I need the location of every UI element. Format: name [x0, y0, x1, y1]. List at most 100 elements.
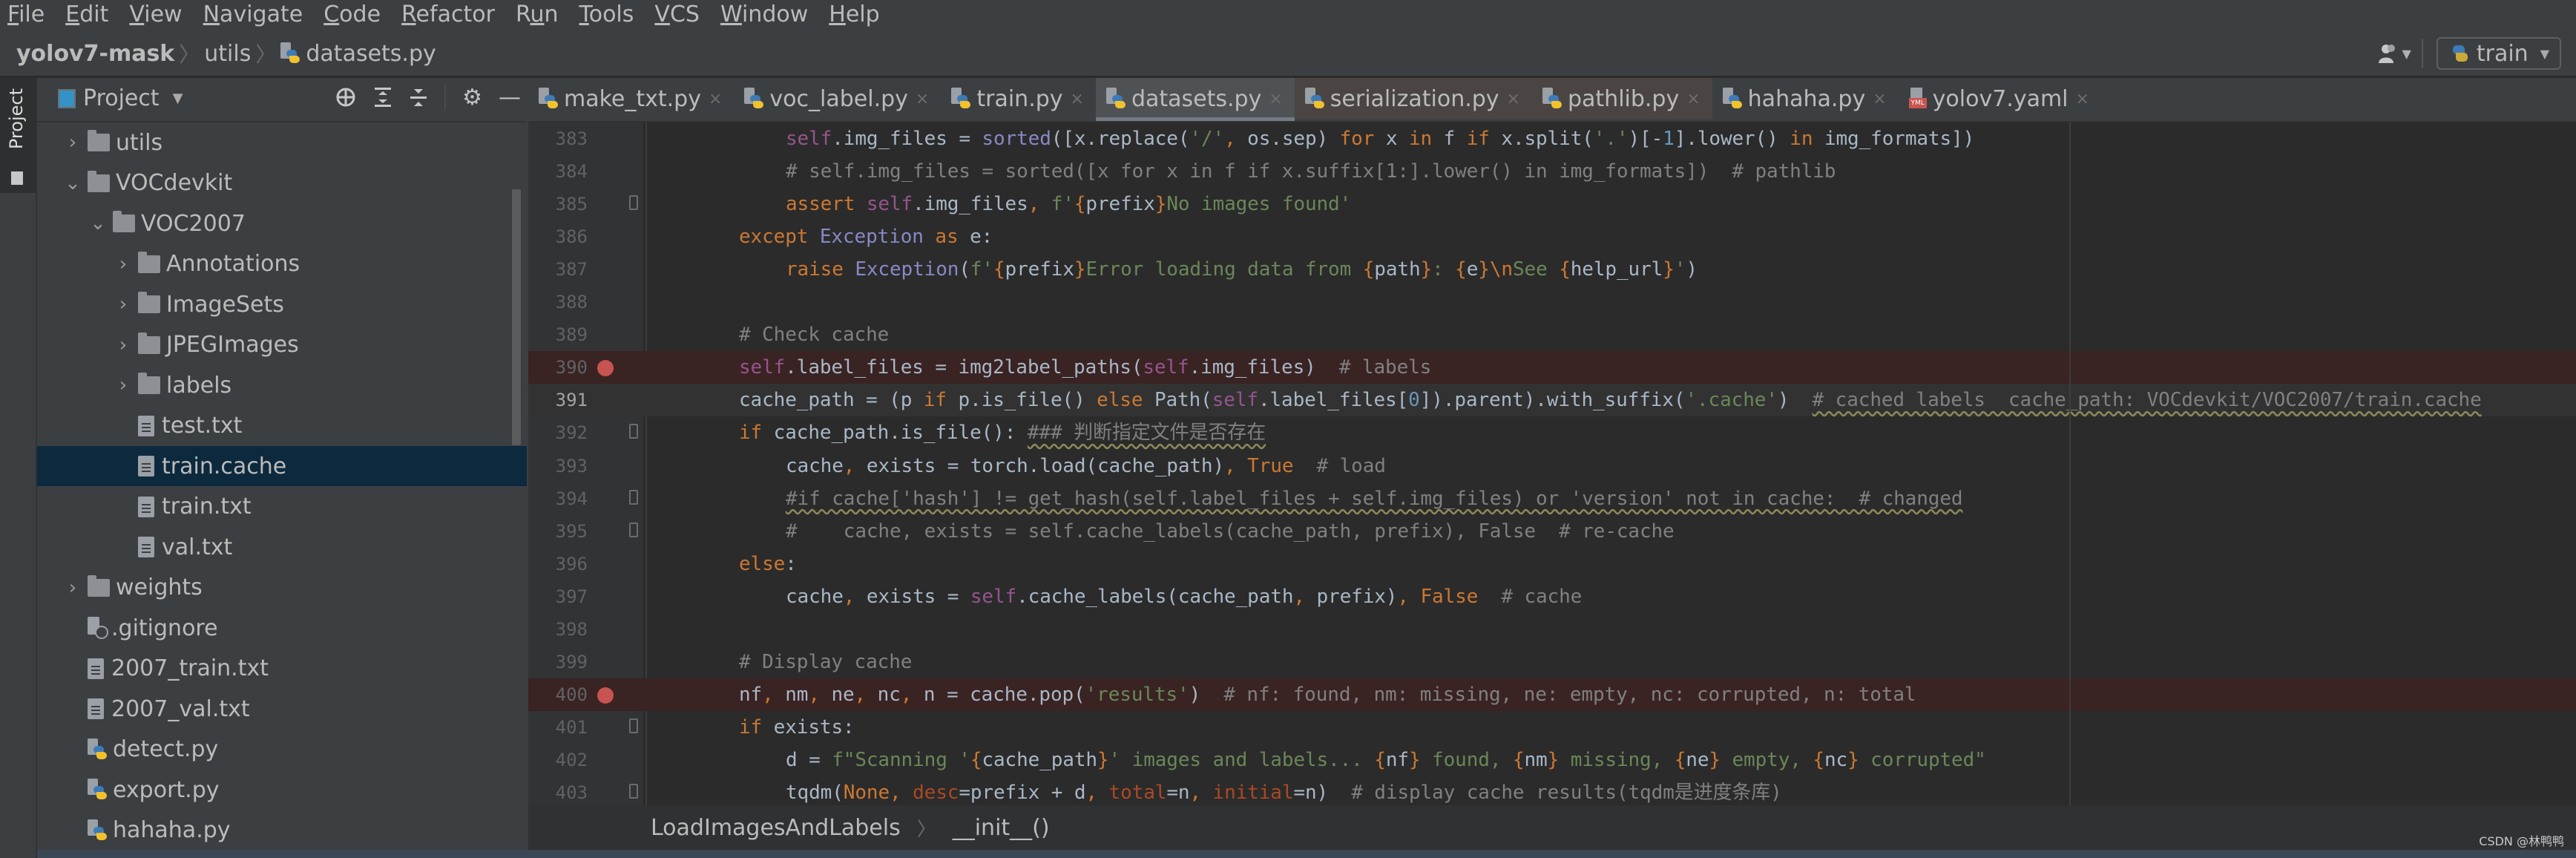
fold-marker-icon[interactable] — [629, 718, 638, 733]
menu-file[interactable]: File — [7, 0, 45, 30]
menu-view[interactable]: View — [129, 0, 182, 30]
tab-make-txt-py[interactable]: make_txt.py × — [528, 78, 734, 119]
tab-datasets-py[interactable]: datasets.py × — [1095, 78, 1295, 121]
tree-item[interactable]: val.txt — [37, 527, 527, 567]
vcs-users-button[interactable]: ▼ — [2377, 42, 2411, 65]
tree-item[interactable]: › utils — [37, 122, 527, 163]
code-line[interactable]: 393 cache, exists = torch.load(cache_path… — [528, 450, 2576, 482]
breadcrumb-file[interactable]: datasets.py — [306, 41, 436, 67]
tree-item[interactable]: export.py — [37, 770, 527, 810]
tree-item[interactable]: train.cache — [37, 446, 527, 486]
tree-item[interactable]: 2007_val.txt — [37, 689, 527, 729]
gear-icon[interactable]: ⚙ — [462, 85, 482, 111]
tree-item[interactable]: hahaha.py — [37, 810, 527, 851]
code-line[interactable]: 394 #if cache['hash'] != get_hash(self.la… — [528, 482, 2576, 515]
code-line[interactable]: 389 # Check cache — [528, 318, 2576, 351]
tree-item[interactable]: › Annotations — [37, 244, 527, 284]
breadcrumb-class[interactable]: LoadImagesAndLabels — [651, 815, 901, 841]
close-icon[interactable]: × — [1071, 90, 1084, 108]
chevron-right-icon[interactable]: › — [113, 374, 134, 396]
project-view-selector[interactable]: Project ▼ — [58, 85, 183, 111]
close-icon[interactable]: × — [1873, 90, 1886, 108]
code-line[interactable]: 395 # cache, exists = self.cache_labels(c… — [528, 515, 2576, 548]
tab-pathlib-py[interactable]: pathlib.py × — [1531, 78, 1712, 119]
menu-run[interactable]: Run — [516, 0, 559, 30]
code-line[interactable]: 384 # self.img_files = sorted([x for x in… — [528, 155, 2576, 188]
close-icon[interactable]: × — [916, 90, 929, 108]
menu-edit[interactable]: Edit — [65, 0, 108, 30]
minimize-icon[interactable]: — — [499, 85, 521, 111]
menu-help[interactable]: Help — [829, 0, 879, 30]
fold-marker-icon[interactable] — [629, 489, 638, 505]
code-line[interactable]: 388 — [528, 286, 2576, 318]
close-icon[interactable]: × — [709, 90, 722, 108]
project-tool-window-tab[interactable]: Project — [0, 78, 36, 193]
tree-scrollbar[interactable] — [512, 189, 521, 445]
close-icon[interactable]: × — [1269, 90, 1282, 108]
fold-marker-icon[interactable] — [629, 784, 638, 799]
code-line[interactable]: 402 d = f"Scanning '{cache_path}' images … — [528, 744, 2576, 776]
run-configuration-selector[interactable]: train ▼ — [2436, 37, 2561, 70]
tab-label: voc_label.py — [769, 85, 908, 112]
fold-marker-icon[interactable] — [629, 522, 638, 537]
chevron-right-icon[interactable]: › — [62, 131, 83, 154]
menu-code[interactable]: Code — [323, 0, 381, 30]
close-icon[interactable]: × — [2076, 90, 2089, 108]
breadcrumb-folder[interactable]: utils — [204, 41, 251, 67]
breadcrumb-project[interactable]: yolov7-mask — [16, 41, 174, 67]
code-line[interactable]: 398 — [528, 613, 2576, 646]
menu-tools[interactable]: Tools — [579, 0, 634, 30]
code-line[interactable]: 396 else: — [528, 548, 2576, 580]
tab-yolov7-yaml[interactable]: YML yolov7.yaml × — [1899, 78, 2101, 119]
fold-marker-icon[interactable] — [629, 424, 638, 439]
expand-all-icon[interactable] — [373, 86, 392, 108]
code-line[interactable]: 385 assert self.img_files, f'{prefix}No i… — [528, 188, 2576, 220]
tree-item[interactable]: 2007_train.txt — [37, 649, 527, 689]
breakpoint-icon[interactable] — [597, 687, 614, 704]
tree-item[interactable]: ⌄ VOC2007 — [37, 203, 527, 243]
code-line[interactable]: 383 self.img_files = sorted([x.replace('/… — [528, 122, 2576, 155]
tree-item[interactable]: detect.py — [37, 730, 527, 770]
close-icon[interactable]: × — [1507, 90, 1520, 108]
menu-refactor[interactable]: Refactor — [401, 0, 495, 30]
tree-item[interactable]: › JPEGImages — [37, 325, 527, 365]
tab-serialization-py[interactable]: serialization.py × — [1294, 78, 1532, 119]
menu-window[interactable]: Window — [720, 0, 808, 30]
tree-item[interactable]: › ImageSets — [37, 284, 527, 324]
chevron-down-icon[interactable]: ⌄ — [88, 212, 108, 235]
code-line[interactable]: 401 if exists: — [528, 711, 2576, 744]
code-line[interactable]: 390 self.label_files = img2label_paths(se… — [528, 351, 2576, 384]
tab-voc-label-py[interactable]: voc_label.py × — [734, 78, 941, 119]
tree-item[interactable]: test.txt — [37, 406, 527, 446]
chevron-right-icon[interactable]: › — [62, 577, 83, 599]
close-icon[interactable]: × — [1686, 90, 1700, 108]
code-line[interactable]: 386 except Exception as e: — [528, 220, 2576, 253]
tree-item[interactable]: .gitignore — [37, 608, 527, 648]
chevron-right-icon[interactable]: › — [113, 334, 134, 356]
tab-train-py[interactable]: train.py × — [941, 78, 1096, 119]
fold-marker-icon[interactable] — [629, 195, 638, 211]
code-line[interactable]: 403 tqdm(None, desc=prefix + d, total=n, … — [528, 776, 2576, 805]
chevron-down-icon[interactable]: ⌄ — [62, 172, 83, 194]
code-editor[interactable]: 383 self.img_files = sorted([x.replace('/… — [528, 122, 2576, 805]
menu-vcs[interactable]: VCS — [654, 0, 700, 30]
tree-item[interactable]: train.txt — [37, 487, 527, 527]
code-line[interactable]: 391 cache_path = (p if p.is_file() else P… — [528, 384, 2576, 417]
folder-icon — [113, 211, 135, 232]
locate-icon[interactable] — [335, 86, 357, 108]
tree-item[interactable]: › weights — [37, 568, 527, 608]
code-line[interactable]: 392 if cache_path.is_file(): ### 判断指定文件是否… — [528, 416, 2576, 449]
chevron-right-icon[interactable]: › — [113, 253, 134, 275]
code-line[interactable]: 400 nf, nm, ne, nc, n = cache.pop('result… — [528, 678, 2576, 711]
tree-item[interactable]: › labels — [37, 365, 527, 405]
code-line[interactable]: 397 cache, exists = self.cache_labels(cac… — [528, 580, 2576, 613]
breakpoint-icon[interactable] — [597, 360, 614, 377]
tree-item[interactable]: ⌄ VOCdevkit — [37, 163, 527, 203]
breadcrumb-method[interactable]: __init__() — [953, 815, 1050, 841]
collapse-all-icon[interactable] — [409, 86, 428, 108]
menu-navigate[interactable]: Navigate — [203, 0, 303, 30]
code-line[interactable]: 387 raise Exception(f'{prefix}Error loadi… — [528, 253, 2576, 286]
chevron-right-icon[interactable]: › — [113, 293, 134, 315]
tab-hahaha-py[interactable]: hahaha.py × — [1712, 78, 1899, 119]
code-line[interactable]: 399 # Display cache — [528, 646, 2576, 678]
